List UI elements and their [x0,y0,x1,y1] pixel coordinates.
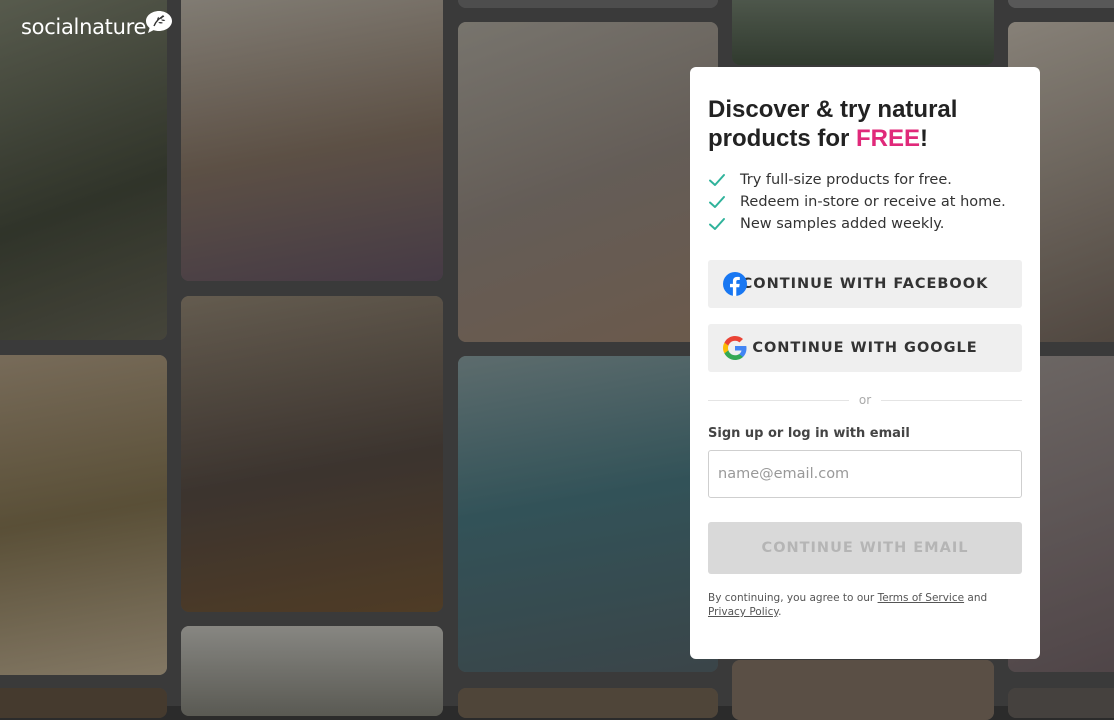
headline: Discover & try natural products for FREE… [708,95,1022,153]
benefit-item: Try full-size products for free. [708,169,1022,191]
photo-tile [1008,688,1114,718]
email-input[interactable] [708,450,1022,498]
divider-line [708,399,849,401]
or-divider: or [708,392,1022,408]
brand-name: socialnature [21,15,147,39]
continue-with-email-button[interactable]: CONTINUE WITH EMAIL [708,522,1022,574]
benefit-item: Redeem in-store or receive at home. [708,191,1022,213]
headline-exclamation: ! [920,125,929,152]
legal-and-text: and [964,592,988,604]
photo-tile [181,0,443,281]
photo-tile [732,0,994,65]
privacy-policy-link[interactable]: Privacy Policy [708,606,778,618]
facebook-button-label: CONTINUE WITH FACEBOOK [741,276,989,292]
photo-tile [181,296,443,612]
divider-text: or [858,393,872,407]
leaf-bubble-icon [146,11,173,33]
legal-text: By continuing, you agree to our [708,592,878,604]
google-button-label: CONTINUE WITH GOOGLE [752,340,978,356]
legal-period: . [778,606,782,618]
email-label: Sign up or log in with email [708,426,910,441]
continue-with-facebook-button[interactable]: CONTINUE WITH FACEBOOK [708,260,1022,308]
photo-tile [458,688,718,718]
photo-tile [458,356,718,672]
photo-tile [0,688,167,718]
terms-of-service-link[interactable]: Terms of Service [878,592,965,604]
benefit-text: Try full-size products for free. [740,172,952,188]
google-icon [723,336,747,360]
photo-tile [732,660,994,720]
photo-tile [1008,0,1114,8]
checkmark-icon [709,218,725,230]
photo-tile [0,355,167,675]
divider-line [881,399,1022,401]
headline-free: FREE [856,125,921,152]
photo-tile [0,0,167,340]
checkmark-icon [709,196,725,208]
benefit-item: New samples added weekly. [708,213,1022,235]
benefits-list: Try full-size products for free. Redeem … [708,169,1022,235]
photo-tile [181,626,443,716]
checkmark-icon [709,174,725,186]
photo-tile [458,0,718,8]
signup-card: Discover & try natural products for FREE… [690,67,1040,659]
benefit-text: Redeem in-store or receive at home. [740,194,1006,210]
brand-logo[interactable]: socialnature [21,9,174,41]
email-button-label: CONTINUE WITH EMAIL [761,540,969,556]
facebook-icon [723,272,747,296]
legal-notice: By continuing, you agree to our Terms of… [708,591,1022,619]
continue-with-google-button[interactable]: CONTINUE WITH GOOGLE [708,324,1022,372]
benefit-text: New samples added weekly. [740,216,945,232]
photo-tile [458,22,718,342]
